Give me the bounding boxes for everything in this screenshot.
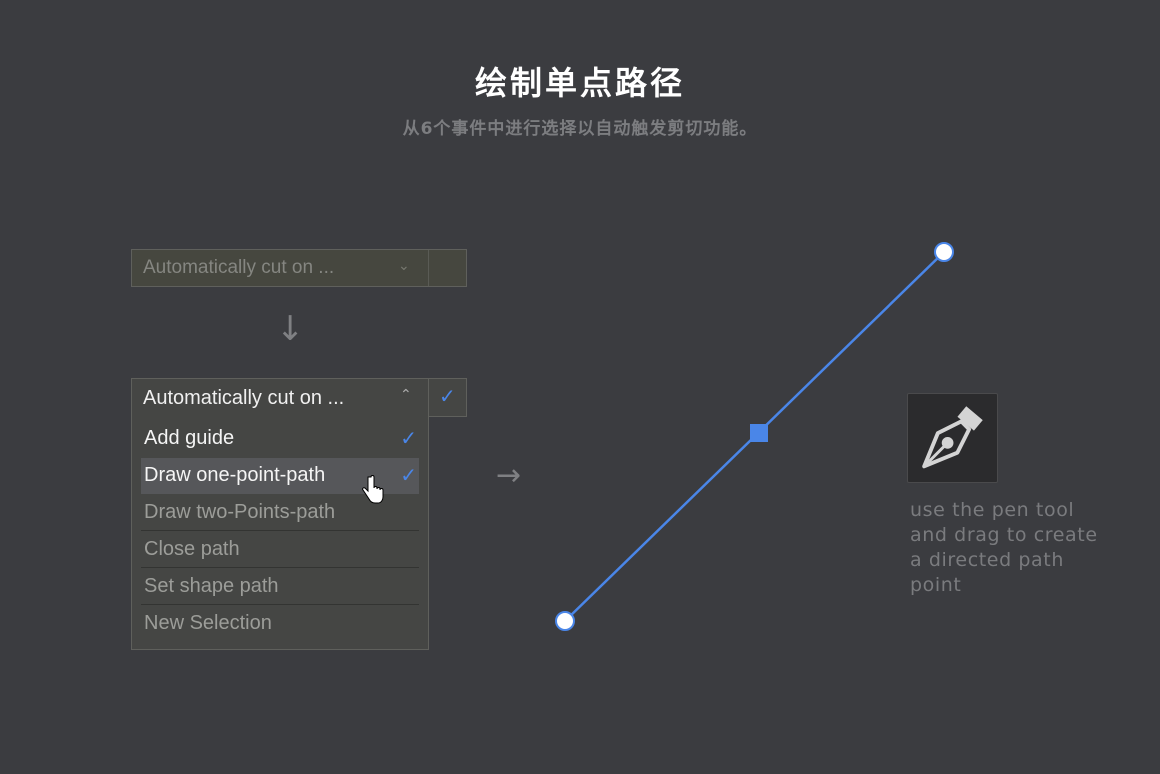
dropdown-select[interactable]: Automatically cut on ... ⌄ bbox=[132, 250, 429, 286]
dropdown-label: Automatically cut on ... bbox=[143, 257, 335, 278]
check-icon: ✓ bbox=[400, 463, 417, 487]
anchor-point-end[interactable] bbox=[934, 242, 954, 262]
anchor-point-start[interactable] bbox=[555, 611, 575, 631]
menu-item-close-path[interactable]: Close path bbox=[141, 532, 419, 568]
check-icon: ✓ bbox=[439, 384, 456, 408]
page-subtitle: 从6个事件中进行选择以自动触发剪切功能。 bbox=[402, 119, 758, 139]
page-title: 绘制单点路径 bbox=[474, 64, 685, 102]
menu-item-set-shape-path[interactable]: Set shape path bbox=[141, 569, 419, 605]
arrow-right-icon: → bbox=[496, 458, 522, 493]
auto-cut-dropdown-closed[interactable]: Automatically cut on ... ⌄ bbox=[131, 249, 467, 287]
pen-tool-description: use the pen tool and drag to create a di… bbox=[910, 499, 1098, 596]
pen-tool-button[interactable] bbox=[907, 393, 998, 483]
hand-cursor-icon bbox=[362, 475, 384, 504]
dropdown-label: Automatically cut on ... bbox=[143, 387, 345, 409]
enable-checkbox[interactable]: ✓ bbox=[428, 378, 467, 417]
menu-item-new-selection[interactable]: New Selection bbox=[141, 606, 419, 642]
arrow-down-icon: ↓ bbox=[276, 309, 305, 349]
chevron-down-icon[interactable]: ⌄ bbox=[398, 258, 410, 274]
direction-handle[interactable] bbox=[750, 424, 768, 442]
chevron-up-icon[interactable]: ⌃ bbox=[400, 387, 412, 403]
menu-item-add-guide[interactable]: Add guide ✓ bbox=[141, 421, 419, 457]
check-icon: ✓ bbox=[400, 426, 417, 450]
auto-cut-dropdown-open[interactable]: Automatically cut on ... ⌃ Add guide ✓ D… bbox=[131, 378, 429, 650]
pen-tool-icon bbox=[922, 406, 983, 469]
path-illustration bbox=[555, 242, 954, 631]
